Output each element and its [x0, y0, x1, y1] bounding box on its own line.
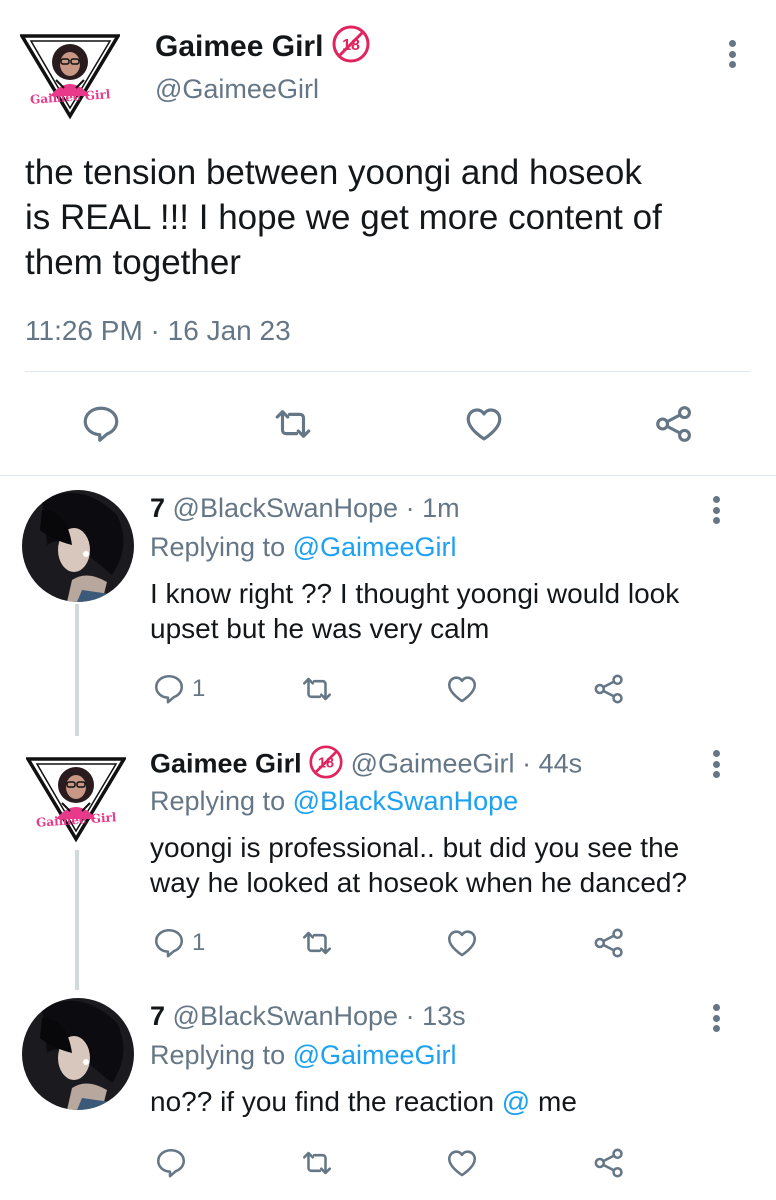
reply-display-name[interactable]: 7	[150, 1001, 165, 1031]
reply-header: 7 @BlackSwanHope · 13s	[150, 1001, 466, 1032]
reply-time[interactable]: · 44s	[522, 749, 582, 779]
divider	[25, 371, 750, 372]
replying-to: Replying to @GaimeeGirl	[150, 532, 457, 563]
blackswanhope-avatar[interactable]	[22, 998, 134, 1110]
reply-handle[interactable]: @BlackSwanHope	[173, 493, 399, 523]
reply-icon[interactable]	[154, 1146, 188, 1180]
blackswanhope-avatar[interactable]	[22, 490, 134, 602]
like-icon[interactable]	[444, 926, 480, 960]
share-icon[interactable]	[592, 926, 626, 960]
more-icon[interactable]	[722, 36, 742, 72]
author-display-name[interactable]: Gaimee Girl 18	[155, 25, 370, 71]
more-icon[interactable]	[706, 746, 726, 782]
reply-header: 7 @BlackSwanHope · 1m	[150, 493, 460, 524]
reply-count: 1	[192, 675, 206, 702]
reply-handle[interactable]: @BlackSwanHope	[173, 1001, 399, 1031]
tweet-timestamp[interactable]: 11:26 PM · 16 Jan 23	[25, 315, 291, 347]
age-18-badge-icon: 18	[309, 745, 343, 786]
replying-to-link[interactable]: @GaimeeGirl	[293, 1040, 457, 1070]
reply-text: no?? if you find the reaction @ me	[150, 1084, 577, 1119]
retweet-icon[interactable]	[270, 403, 316, 445]
divider	[0, 475, 776, 476]
author-handle[interactable]: @GaimeeGirl	[155, 74, 319, 105]
more-icon[interactable]	[706, 492, 726, 528]
tweet-text: the tension between yoongi and hoseok is…	[25, 150, 662, 285]
reply-text-line: way he looked at hoseok when he danced?	[150, 867, 688, 898]
more-icon[interactable]	[706, 1000, 726, 1036]
thread-line	[75, 850, 79, 990]
replying-prefix: Replying to	[150, 786, 286, 816]
reply-text-line: upset but he was very calm	[150, 613, 490, 644]
reply-icon[interactable]	[80, 403, 122, 445]
replying-prefix: Replying to	[150, 1040, 286, 1070]
reply-text: yoongi is professional.. but did you see…	[150, 830, 687, 900]
reply-time[interactable]: · 13s	[406, 1001, 466, 1031]
reply-display-name[interactable]: Gaimee Girl	[150, 749, 302, 779]
tweet-text-line: them together	[25, 243, 241, 282]
gaimee-avatar[interactable]: Gaimee Girl	[24, 745, 128, 845]
reply-time[interactable]: · 1m	[406, 493, 460, 523]
reply-text: I know right ?? I thought yoongi would l…	[150, 576, 679, 646]
tweet-text-line: the tension between yoongi and hoseok	[25, 153, 642, 192]
reply-action[interactable]: 1	[152, 926, 205, 960]
share-icon[interactable]	[592, 1146, 626, 1180]
retweet-icon[interactable]	[298, 926, 336, 960]
like-icon[interactable]	[444, 1146, 480, 1180]
reply-header: Gaimee Girl 18 @GaimeeGirl · 44s	[150, 745, 582, 786]
reply-icon	[152, 926, 186, 960]
share-icon[interactable]	[653, 403, 695, 445]
retweet-icon[interactable]	[298, 672, 336, 706]
like-icon[interactable]	[462, 403, 506, 445]
display-name-text: Gaimee Girl	[155, 29, 324, 63]
replying-to: Replying to @GaimeeGirl	[150, 1040, 457, 1071]
replying-to-link[interactable]: @BlackSwanHope	[293, 786, 519, 816]
reply-action[interactable]: 1	[152, 672, 205, 706]
replying-to-link[interactable]: @GaimeeGirl	[293, 532, 457, 562]
replying-prefix: Replying to	[150, 532, 286, 562]
retweet-icon[interactable]	[298, 1146, 336, 1180]
reply-text-segment: me	[538, 1086, 577, 1117]
replying-to: Replying to @BlackSwanHope	[150, 786, 518, 817]
like-icon[interactable]	[444, 672, 480, 706]
reply-handle[interactable]: @GaimeeGirl	[351, 749, 515, 779]
thread-line	[75, 604, 79, 736]
reply-icon	[152, 672, 186, 706]
tweet-text-line: is REAL !!! I hope we get more content o…	[25, 198, 662, 237]
share-icon[interactable]	[592, 672, 626, 706]
gaimee-avatar[interactable]: Gaimee Girl	[18, 22, 122, 122]
reply-text-line: I know right ?? I thought yoongi would l…	[150, 578, 680, 609]
reply-count: 1	[192, 929, 206, 956]
reply-text-segment: no?? if you find the reaction	[150, 1086, 495, 1117]
reply-display-name[interactable]: 7	[150, 493, 165, 523]
mention-link[interactable]: @	[502, 1086, 530, 1117]
reply-text-line: yoongi is professional.. but did you see…	[150, 832, 680, 863]
svg-text:18: 18	[342, 37, 360, 54]
age-18-badge-icon: 18	[332, 25, 370, 71]
svg-text:18: 18	[318, 755, 334, 771]
